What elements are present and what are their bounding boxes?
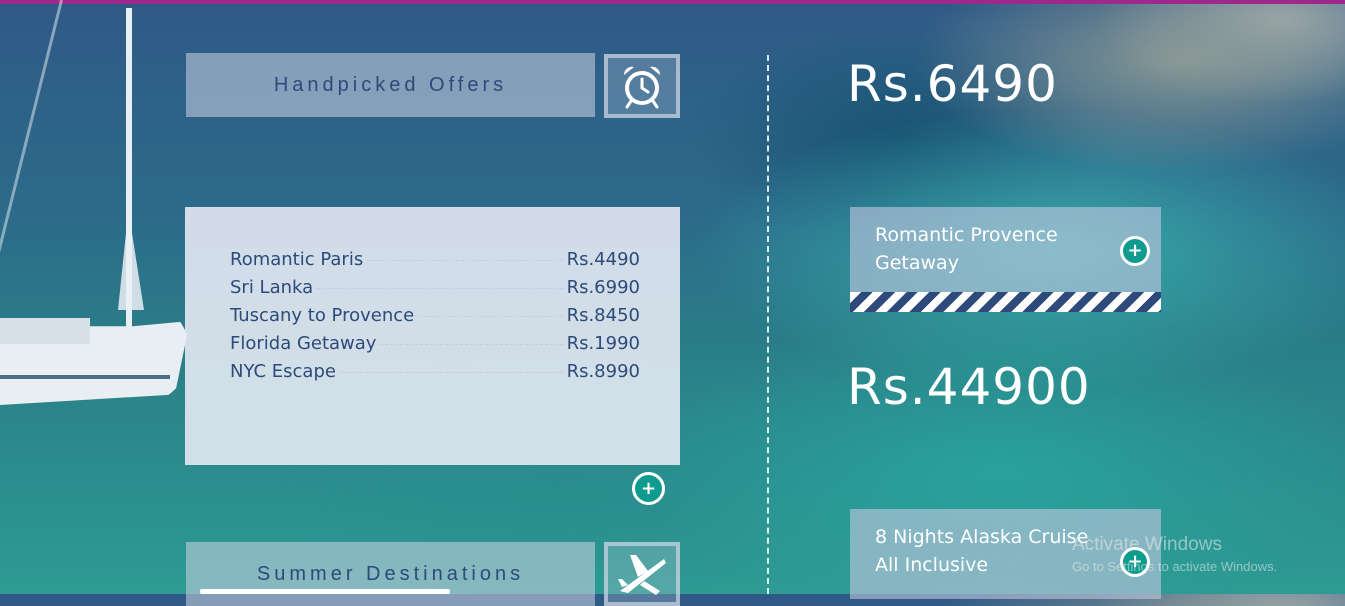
offer-card-title-line1: 8 Nights Alaska Cruise bbox=[875, 526, 1089, 548]
list-item-price: Rs.6990 bbox=[566, 276, 640, 298]
offer-card-title-line2: All Inclusive bbox=[875, 554, 989, 576]
list-item-price: Rs.8990 bbox=[566, 360, 640, 382]
horizontal-scrollbar[interactable] bbox=[200, 589, 450, 594]
alarm-clock-icon bbox=[604, 54, 680, 118]
featured-price-2: Rs.44900 bbox=[847, 358, 1091, 416]
list-item-name: Tuscany to Provence bbox=[230, 304, 415, 326]
list-item-price: Rs.1990 bbox=[566, 332, 640, 354]
list-item[interactable]: Sri Lanka Rs.6990 bbox=[230, 274, 640, 300]
list-item[interactable]: Florida Getaway Rs.1990 bbox=[230, 330, 640, 356]
summer-destinations-label: Summer Destinations bbox=[256, 562, 525, 585]
list-item-name: Sri Lanka bbox=[230, 276, 314, 298]
activate-windows-watermark-subtitle: Go to Settings to activate Windows. bbox=[1072, 559, 1278, 574]
list-item-price: Rs.8450 bbox=[566, 304, 640, 326]
handpicked-offers-label: Handpicked Offers bbox=[273, 73, 508, 96]
dotted-leader bbox=[339, 371, 563, 373]
handpicked-offers-title: Handpicked Offers bbox=[186, 53, 595, 117]
featured-price-1: Rs.6490 bbox=[847, 55, 1058, 113]
airplane-icon bbox=[604, 542, 680, 606]
top-accent-bar bbox=[0, 0, 1345, 4]
offer-card-provence[interactable]: Romantic Provence Getaway bbox=[850, 207, 1161, 293]
list-item-name: Romantic Paris bbox=[230, 248, 364, 270]
list-item-name: Florida Getaway bbox=[230, 332, 377, 354]
summer-destinations-title: Summer Destinations bbox=[186, 542, 595, 606]
dotted-leader bbox=[418, 315, 563, 317]
list-item-price: Rs.4490 bbox=[566, 248, 640, 270]
list-item-name: NYC Escape bbox=[230, 360, 336, 382]
offers-list-panel: Romantic Paris Rs.4490 Sri Lanka Rs.6990… bbox=[185, 207, 680, 465]
dotted-leader bbox=[317, 287, 563, 289]
striped-ribbon bbox=[850, 292, 1161, 312]
activate-windows-watermark-title: Activate Windows bbox=[1072, 534, 1222, 555]
offer-card-title-line2: Getaway bbox=[875, 252, 959, 274]
offers-expand-button[interactable]: + bbox=[632, 472, 665, 505]
offer-card-title-line1: Romantic Provence bbox=[875, 224, 1058, 246]
dotted-leader bbox=[380, 343, 563, 345]
dotted-leader bbox=[367, 259, 563, 261]
list-item[interactable]: NYC Escape Rs.8990 bbox=[230, 358, 640, 384]
offer-card-provence-add-button[interactable]: + bbox=[1120, 236, 1150, 266]
dashed-divider bbox=[767, 55, 769, 594]
list-item[interactable]: Tuscany to Provence Rs.8450 bbox=[230, 302, 640, 328]
list-item[interactable]: Romantic Paris Rs.4490 bbox=[230, 246, 640, 272]
